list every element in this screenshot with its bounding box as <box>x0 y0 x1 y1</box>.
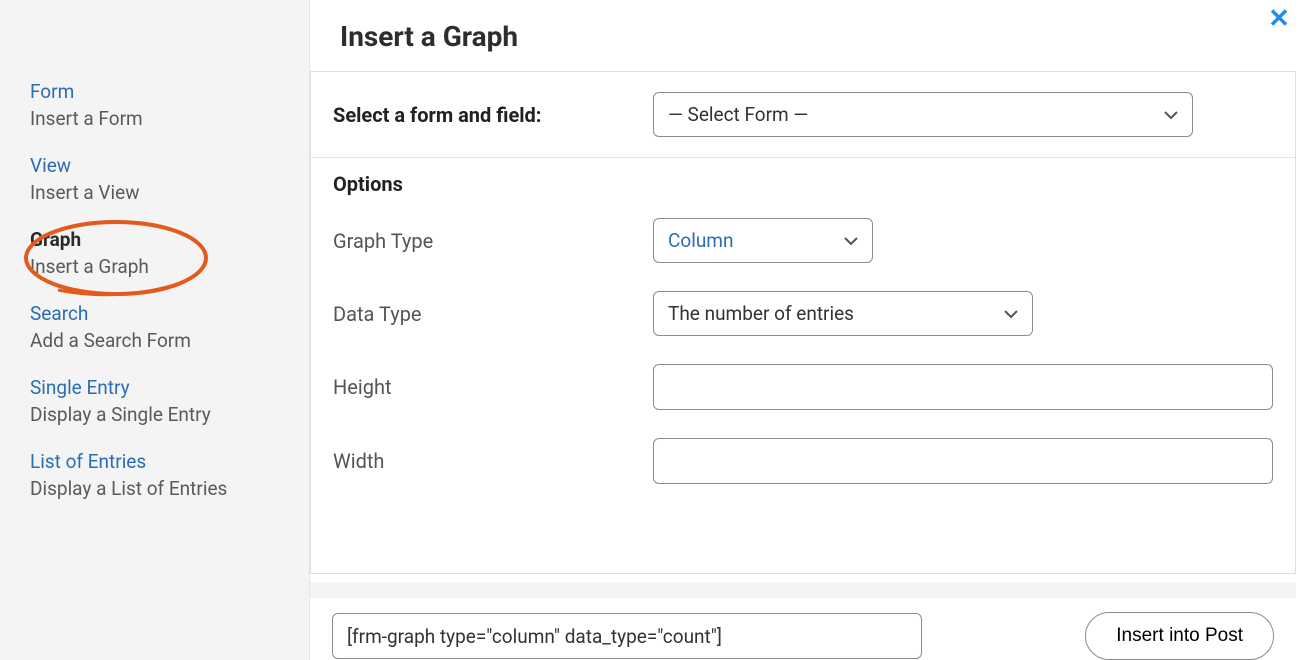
graph-type-label: Graph Type <box>333 229 653 253</box>
sidebar: Form Insert a Form View Insert a View Gr… <box>0 0 310 660</box>
data-type-dropdown[interactable]: The number of entries <box>653 291 1033 336</box>
sidebar-item-title: Single Entry <box>30 376 309 399</box>
panel-divider <box>310 582 1296 598</box>
options-panel: Select a form and field: — Select Form —… <box>310 71 1296 574</box>
sidebar-item-form[interactable]: Form Insert a Form <box>30 80 309 130</box>
sidebar-item-subtitle: Insert a View <box>30 181 309 204</box>
sidebar-item-title: Form <box>30 80 309 103</box>
graph-type-dropdown[interactable]: Column <box>653 218 873 263</box>
row-graph-type: Graph Type Column <box>311 204 1295 277</box>
close-icon: ✕ <box>1268 4 1290 34</box>
sidebar-item-list-of-entries[interactable]: List of Entries Display a List of Entrie… <box>30 450 309 500</box>
page-title: Insert a Graph <box>340 20 1280 53</box>
sidebar-item-subtitle: Add a Search Form <box>30 329 309 352</box>
insert-into-post-button[interactable]: Insert into Post <box>1085 612 1274 660</box>
row-width: Width <box>311 424 1295 498</box>
sidebar-item-subtitle: Insert a Graph <box>30 255 309 278</box>
shortcode-input[interactable] <box>332 613 922 659</box>
sidebar-item-single-entry[interactable]: Single Entry Display a Single Entry <box>30 376 309 426</box>
close-button[interactable]: ✕ <box>1266 6 1292 32</box>
width-label: Width <box>333 449 653 473</box>
row-height: Height <box>311 350 1295 424</box>
sidebar-item-search[interactable]: Search Add a Search Form <box>30 302 309 352</box>
width-input[interactable] <box>653 438 1273 484</box>
options-block: Graph Type Column Data Type The number o… <box>311 204 1295 514</box>
sidebar-item-title: Graph <box>30 228 309 251</box>
sidebar-item-title: Search <box>30 302 309 325</box>
data-type-label: Data Type <box>333 302 653 326</box>
row-select-form: Select a form and field: — Select Form — <box>311 72 1295 158</box>
height-input[interactable] <box>653 364 1273 410</box>
sidebar-item-subtitle: Display a List of Entries <box>30 477 309 500</box>
sidebar-item-title: View <box>30 154 309 177</box>
sidebar-item-subtitle: Insert a Form <box>30 107 309 130</box>
sidebar-item-view[interactable]: View Insert a View <box>30 154 309 204</box>
main-header: Insert a Graph <box>310 0 1300 71</box>
height-label: Height <box>333 375 653 399</box>
graph-type-wrap: Column <box>653 218 873 263</box>
select-form-wrap: — Select Form — <box>653 92 1193 137</box>
footer: Insert into Post <box>310 598 1296 660</box>
data-type-wrap: The number of entries <box>653 291 1033 336</box>
main: ✕ Insert a Graph Select a form and field… <box>310 0 1300 660</box>
sidebar-item-graph[interactable]: Graph Insert a Graph <box>30 228 309 278</box>
sidebar-item-title: List of Entries <box>30 450 309 473</box>
options-heading: Options <box>311 158 1295 204</box>
sidebar-item-subtitle: Display a Single Entry <box>30 403 309 426</box>
select-form-dropdown[interactable]: — Select Form — <box>653 92 1193 137</box>
select-form-label: Select a form and field: <box>333 103 653 127</box>
row-data-type: Data Type The number of entries <box>311 277 1295 350</box>
